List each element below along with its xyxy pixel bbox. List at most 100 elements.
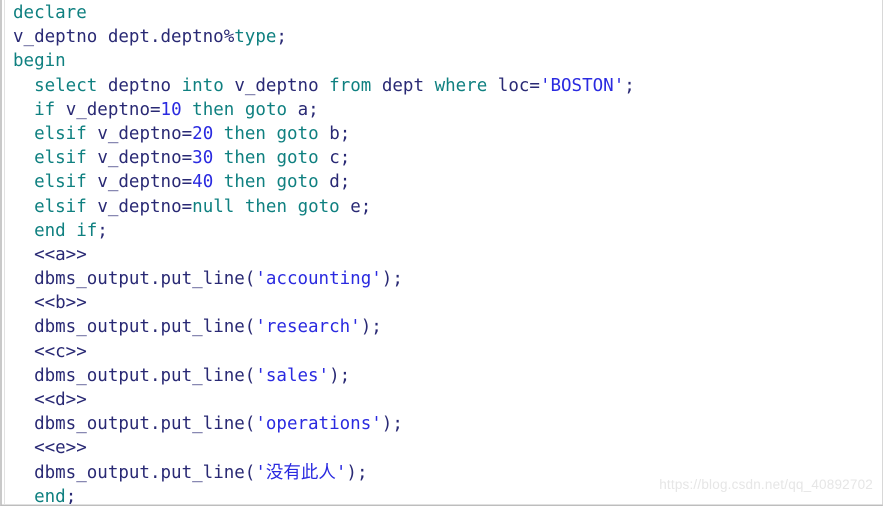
code-token: from [329,75,372,96]
code-token: loc [497,75,530,96]
code-token: 'BOSTON' [539,75,625,96]
code-token: begin [13,51,66,72]
code-token: goto [244,99,288,120]
code-token: v_deptno [97,148,182,169]
code-token: 'sales' [255,365,330,386]
code-line: <<e>> [13,436,882,460]
code-token: = [181,148,193,169]
code-line: elsif v_deptno=20 then goto b; [13,122,882,146]
code-token: dbms_output.put_line( [34,317,256,338]
code-line: <<b>> [13,291,882,315]
code-token: v_deptno [97,196,182,217]
watermark-text: https://blog.csdn.net/qq_40892702 [659,477,873,492]
code-token: dbms_output.put_line( [34,462,256,483]
code-token: c; [329,148,351,169]
code-line: dbms_output.put_line('accounting'); [13,267,882,291]
code-token: <<e>> [34,438,87,459]
code-listing[interactable]: declare v_deptno dept.deptno%type; begin s… [2,1,882,509]
code-token: e; [350,196,372,217]
code-token: if [34,99,56,120]
code-token: elsif [34,172,87,193]
code-token: ); [381,414,403,435]
code-token: dbms_output.put_line( [34,365,256,386]
code-token: 10 [160,99,182,120]
code-token: ); [381,269,403,290]
code-token: '没有此人' [255,462,347,483]
code-token: goto [276,123,319,144]
code-line: declare [13,1,882,25]
code-line: elsif v_deptno=null then goto e; [13,195,882,219]
code-token: ); [329,365,351,386]
code-line: dbms_output.put_line('operations'); [13,412,882,436]
code-token: 20 [192,123,214,144]
code-token: end if [34,220,98,241]
code-line: <<a>> [13,243,882,267]
code-token: <<a>> [34,244,87,265]
code-token: 'research' [255,317,361,338]
code-token: then [244,196,288,217]
code-token: elsif [34,123,87,144]
code-token: 40 [192,172,214,193]
code-token: v_deptno [65,99,150,120]
code-line: v_deptno dept.deptno%type; [13,25,882,49]
code-token: = [529,75,540,96]
code-token: v_deptno [234,75,319,96]
code-token: ; [65,486,77,507]
code-token: ); [360,317,382,338]
code-token: ; [276,27,287,48]
code-line: <<d>> [13,388,882,412]
code-token: dept [381,75,425,96]
code-token: then [223,172,266,193]
code-line: begin [13,49,882,73]
code-token: v_deptno [97,123,182,144]
code-token: null [192,196,235,217]
code-token: goto [276,172,319,193]
code-token: d; [329,172,351,193]
code-token: goto [297,196,340,217]
code-line: <<c>> [13,340,882,364]
code-line: end if; [13,219,882,243]
code-line: elsif v_deptno=40 then goto d; [13,170,882,194]
code-block: declare v_deptno dept.deptno%type; begin s… [0,0,883,509]
code-line: dbms_output.put_line('sales'); [13,364,882,388]
code-line: if v_deptno=10 then goto a; [13,98,882,122]
code-token: <<b>> [34,293,87,314]
code-token: b; [329,123,351,144]
code-token: = [181,123,193,144]
code-token: deptno [107,75,172,96]
code-token: <<c>> [34,341,87,362]
code-token: type [234,27,277,48]
code-token: into [181,75,224,96]
code-line: select deptno into v_deptno from dept wh… [13,74,882,98]
